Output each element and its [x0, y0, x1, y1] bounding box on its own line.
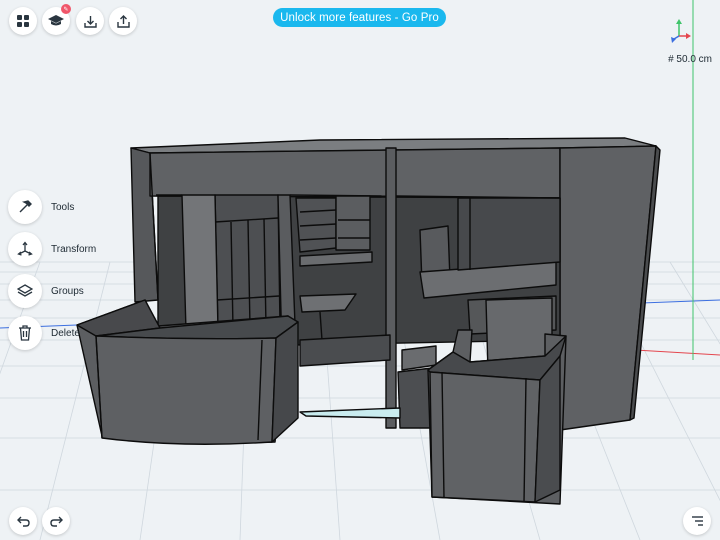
go-pro-banner[interactable]: Unlock more features - Go Pro: [273, 8, 446, 27]
transform-axes-icon: [17, 241, 33, 256]
hammer-icon: [19, 200, 32, 213]
tools-label: Tools: [51, 201, 75, 213]
graduation-cap-icon: [48, 15, 64, 26]
transform-menu-item[interactable]: Transform: [8, 232, 96, 266]
groups-menu-item[interactable]: Groups: [8, 274, 84, 308]
undo-icon: [16, 516, 30, 527]
trash-icon: [19, 325, 31, 341]
learn-button[interactable]: ✎: [42, 4, 71, 35]
delete-menu-item[interactable]: Delete: [8, 316, 80, 350]
share-icon: [116, 14, 130, 28]
redo-button[interactable]: [42, 507, 70, 535]
grid-icon: [17, 15, 29, 27]
transform-button[interactable]: [8, 232, 42, 266]
layers-icon: [17, 284, 33, 297]
3d-viewport[interactable]: [0, 0, 720, 540]
redo-icon: [49, 516, 63, 527]
settings-button[interactable]: [683, 507, 711, 535]
groups-button[interactable]: [8, 274, 42, 308]
notification-badge: ✎: [61, 4, 71, 14]
share-button[interactable]: [109, 7, 137, 35]
delete-button[interactable]: [8, 316, 42, 350]
delete-label: Delete: [51, 327, 80, 339]
groups-label: Groups: [51, 285, 84, 297]
grid-size-label: # 50.0 cm: [668, 54, 712, 65]
transform-label: Transform: [51, 243, 97, 255]
menu-button[interactable]: [9, 7, 37, 35]
tools-button[interactable]: [8, 190, 42, 224]
tools-menu-item[interactable]: Tools: [8, 190, 74, 224]
download-icon: [83, 15, 97, 28]
undo-button[interactable]: [9, 507, 37, 535]
axis-gizmo[interactable]: [665, 18, 695, 44]
3d-model[interactable]: [76, 137, 661, 505]
import-button[interactable]: [76, 7, 104, 35]
sliders-icon: [691, 516, 703, 526]
